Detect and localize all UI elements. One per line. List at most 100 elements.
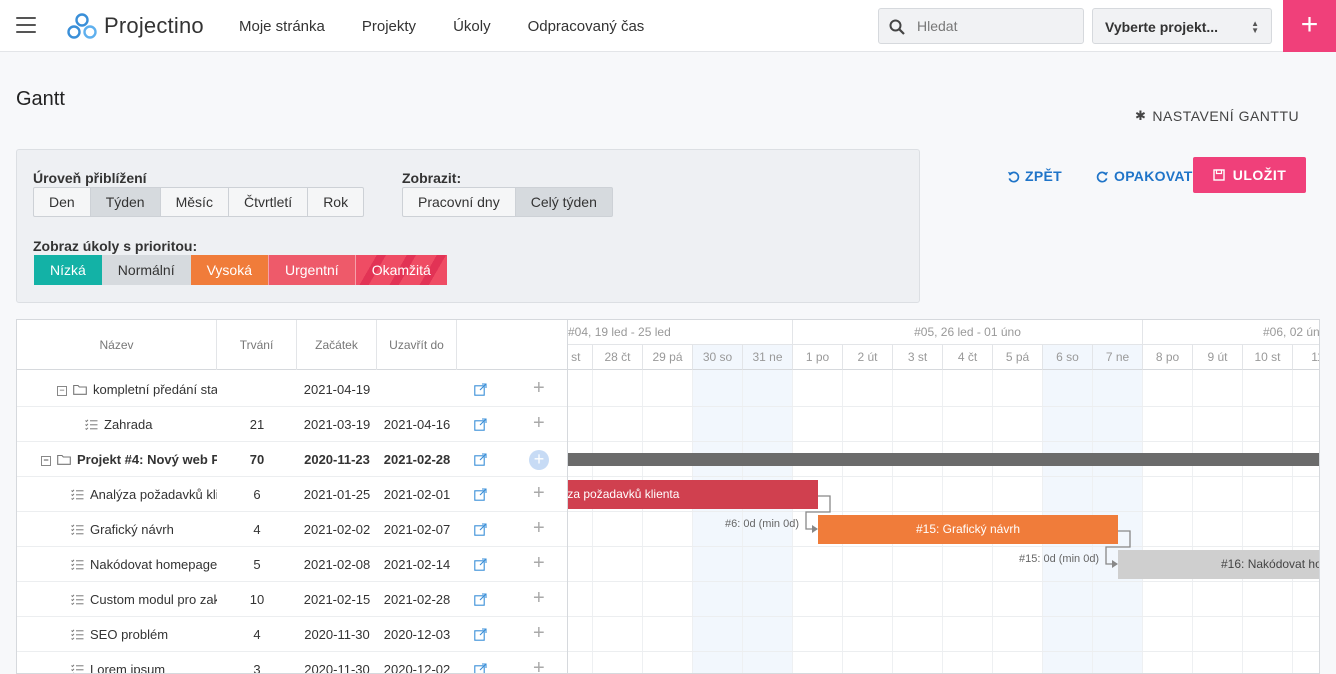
zoom-month[interactable]: Měsíc	[159, 187, 229, 217]
priority-immediate[interactable]: Okamžitá	[354, 255, 447, 285]
zoom-year[interactable]: Rok	[307, 187, 365, 217]
undo-button[interactable]: ZPĚT	[1007, 168, 1062, 184]
task-bar[interactable]: #16: Nakódovat homepage	[1118, 550, 1319, 579]
logo[interactable]: Projectino	[66, 12, 204, 40]
table-row[interactable]: Zahrada 21 2021-03-19 2021-04-16 +	[17, 407, 568, 442]
priority-urgent[interactable]: Urgentní	[267, 255, 355, 285]
open-external-icon[interactable]	[474, 558, 487, 571]
open-external-icon[interactable]	[474, 628, 487, 641]
table-row[interactable]: SEO problém 4 2020-11-30 2020-12-03 +	[17, 617, 568, 652]
col-end[interactable]: Uzavřít do	[377, 320, 457, 370]
search-input[interactable]	[917, 9, 1077, 43]
undo-label: ZPĚT	[1025, 168, 1062, 184]
task-start: 2021-03-19	[303, 417, 371, 432]
task-list-icon	[71, 653, 84, 673]
open-external-icon[interactable]	[474, 523, 487, 536]
search-icon	[889, 19, 905, 35]
open-external-icon[interactable]	[474, 488, 487, 501]
task-name[interactable]: SEO problém	[90, 627, 168, 642]
dependency-label: #15: 0d (min 0d)	[1019, 553, 1100, 565]
task-list-icon	[71, 583, 84, 617]
gantt-settings-button[interactable]: ✱ NASTAVENÍ GANTTU	[1135, 108, 1299, 124]
open-external-icon[interactable]	[474, 453, 487, 466]
col-name[interactable]: Název	[17, 320, 217, 370]
row-name-cell: Custom modul pro zakázky	[71, 582, 217, 617]
row-name-cell: Zahrada	[85, 407, 217, 442]
add-subtask-icon[interactable]: +	[533, 372, 545, 405]
row-name-cell: Lorem ipsum	[71, 652, 217, 673]
open-external-icon[interactable]	[474, 663, 487, 673]
zoom-day[interactable]: Den	[33, 187, 91, 217]
collapse-icon[interactable]: −	[57, 385, 67, 396]
nav-tasks[interactable]: Úkoly	[453, 18, 491, 35]
add-button[interactable]: +	[1283, 0, 1336, 52]
nav-my-page[interactable]: Moje stránka	[239, 18, 325, 35]
task-bar[interactable]: #15: Grafický návrh	[818, 515, 1118, 544]
task-name[interactable]: Projekt #4: Nový web Pro	[77, 452, 217, 467]
zoom-week[interactable]: Týden	[89, 187, 161, 217]
task-list-icon	[85, 408, 98, 442]
col-start[interactable]: Začátek	[297, 320, 377, 370]
row-name-cell: SEO problém	[71, 617, 217, 652]
collapse-icon[interactable]: −	[41, 455, 51, 466]
table-row[interactable]: Nakódovat homepage 5 2021-02-08 2021-02-14 +	[17, 547, 568, 582]
zoom-label: Úroveň přiblížení	[33, 170, 147, 186]
add-subtask-icon[interactable]: +	[533, 617, 545, 650]
row-name-cell: − kompletní předání stavby	[57, 372, 217, 407]
task-start: 2021-04-19	[303, 382, 371, 397]
zoom-quarter[interactable]: Čtvrtletí	[227, 187, 309, 217]
priority-label: Zobraz úkoly s prioritou:	[33, 238, 198, 254]
nav-time[interactable]: Odpracovaný čas	[528, 18, 645, 35]
table-row[interactable]: − kompletní předání stavby 2021-04-19 +	[17, 372, 568, 407]
menu-icon[interactable]	[16, 17, 36, 35]
add-subtask-icon[interactable]: +	[529, 450, 549, 470]
add-subtask-icon[interactable]: +	[533, 477, 545, 510]
table-row[interactable]: Analýza požadavků klienta 6 2021-01-25 2021…	[17, 477, 568, 512]
task-end: 2021-02-07	[383, 522, 451, 537]
open-external-icon[interactable]	[474, 593, 487, 606]
add-subtask-icon[interactable]: +	[533, 407, 545, 440]
open-external-icon[interactable]	[474, 418, 487, 431]
add-subtask-icon[interactable]: +	[533, 547, 545, 580]
task-name[interactable]: Analýza požadavků klienta	[90, 487, 217, 502]
task-name[interactable]: Custom modul pro zakázky	[90, 592, 217, 607]
add-subtask-icon[interactable]: +	[533, 512, 545, 545]
open-external-icon[interactable]	[474, 383, 487, 396]
task-list-icon	[71, 513, 84, 547]
project-select[interactable]: Vyberte projekt... ▲ ▼	[1092, 8, 1272, 44]
priority-high[interactable]: Vysoká	[190, 255, 268, 285]
nav-projects[interactable]: Projekty	[362, 18, 416, 35]
project-summary-bar[interactable]	[568, 453, 1319, 466]
task-name[interactable]: Zahrada	[104, 417, 152, 432]
task-name[interactable]: kompletní předání stavby	[93, 382, 217, 397]
table-row[interactable]: − Projekt #4: Nový web Pro 70 2020-11-23 202…	[17, 442, 568, 477]
gantt-settings-label: NASTAVENÍ GANTTU	[1152, 108, 1300, 124]
priority-normal[interactable]: Normální	[101, 255, 191, 285]
row-name-cell: Analýza požadavků klienta	[71, 477, 217, 512]
task-end: 2021-04-16	[383, 417, 451, 432]
task-start: 2020-11-30	[304, 662, 370, 674]
row-name-cell: Grafický návrh	[71, 512, 217, 547]
table-row[interactable]: Custom modul pro zakázky 10 2021-02-15 2021…	[17, 582, 568, 617]
task-end: 2021-02-28	[383, 592, 451, 607]
display-whole-week[interactable]: Celý týden	[514, 187, 613, 217]
task-name[interactable]: Nakódovat homepage	[90, 557, 217, 572]
priority-low[interactable]: Nízká	[34, 255, 102, 285]
task-name[interactable]: Lorem ipsum	[90, 662, 165, 673]
col-duration[interactable]: Trvání	[217, 320, 297, 370]
save-button[interactable]: ULOŽIT	[1193, 157, 1306, 193]
table-row[interactable]: Lorem ipsum 3 2020-11-30 2020-12-02 +	[17, 652, 568, 674]
task-start: 2020-11-30	[304, 627, 370, 642]
add-subtask-icon[interactable]: +	[533, 582, 545, 615]
task-duration: 10	[249, 592, 265, 607]
display-workdays[interactable]: Pracovní dny	[402, 187, 516, 217]
priority-filter: Nízká Normální Vysoká Urgentní Okamžitá	[34, 255, 447, 285]
task-list-icon	[71, 618, 84, 652]
task-bar[interactable]: #6: Analýza požadavků klienta	[568, 480, 818, 509]
task-end: 2020-12-02	[383, 662, 451, 674]
redo-button[interactable]: OPAKOVAT	[1096, 168, 1193, 184]
table-row[interactable]: Grafický návrh 4 2021-02-02 2021-02-07 +	[17, 512, 568, 547]
add-subtask-icon[interactable]: +	[533, 652, 545, 673]
zoom-segment: Den Týden Měsíc Čtvrtletí Rok	[33, 187, 365, 217]
task-name[interactable]: Grafický návrh	[90, 522, 174, 537]
